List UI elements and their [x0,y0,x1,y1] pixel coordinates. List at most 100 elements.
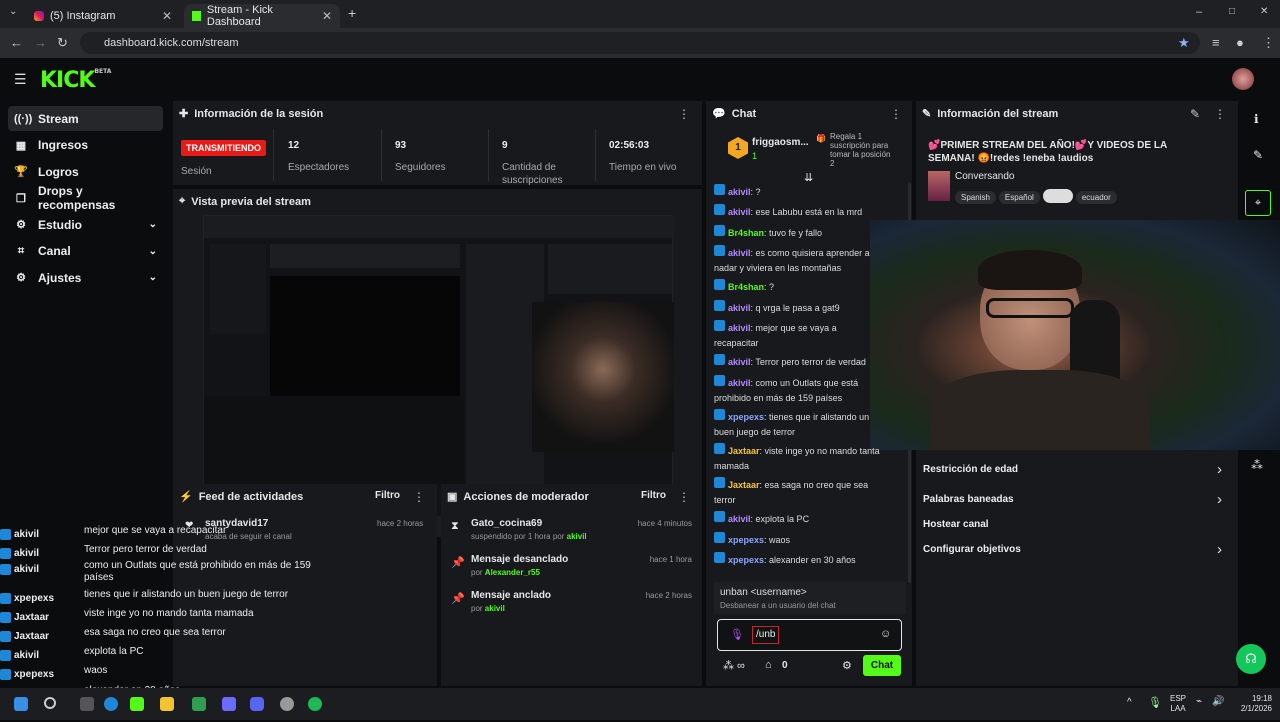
send-chat-button[interactable]: Chat [863,655,901,676]
chat-input-box[interactable]: 🎙 /unb ☺ [717,619,902,651]
tray-chevron-icon[interactable]: ^ [1127,697,1132,708]
chat-message[interactable]: Br4shan: tuvo fe y fallo [714,225,882,241]
address-bar[interactable]: dashboard.kick.com/stream [80,32,1200,54]
kebab-menu-icon[interactable]: ⋮ [678,107,690,121]
minimize-button[interactable]: – [1196,6,1202,18]
tag[interactable]: Spanish [955,191,996,204]
chevron-right-icon[interactable]: › [1217,541,1222,558]
spotify-icon[interactable] [308,697,322,711]
taskview-icon[interactable] [80,697,94,711]
kebab-menu-icon[interactable]: ⋮ [413,490,425,504]
sidebar-item-logros[interactable]: 🏆 Logros [8,159,163,184]
chat-username[interactable]: akivil [728,323,751,333]
discord-icon[interactable] [250,697,264,711]
media-icon[interactable]: ≡ [1212,35,1220,50]
pinned-user[interactable]: friggaosm... [752,137,809,148]
chat-username[interactable]: xpepexs [728,535,764,545]
edit-rail-icon[interactable]: ✎ [1253,148,1263,162]
chat-message[interactable]: xpepexs: waos [714,532,882,548]
edit-icon[interactable]: ✎ [1190,107,1200,121]
browser-menu-icon[interactable]: ⋮ [1262,35,1275,51]
hamburger-menu-icon[interactable]: ☰ [14,71,27,88]
chat-username[interactable]: xpepexs [728,555,764,565]
stream-info-menu-item[interactable]: Palabras baneadas [923,494,1014,505]
user-avatar[interactable] [1232,68,1254,90]
reload-icon[interactable]: ↻ [57,35,68,51]
chat-message[interactable]: Jaxtaar: viste inge yo no mando tanta ma… [714,443,882,474]
kebab-menu-icon[interactable]: ⋮ [678,490,690,504]
chat-username[interactable]: akivil [728,187,751,197]
chat-message[interactable]: akivil: ? [714,184,882,200]
chat-message[interactable]: akivil: ese Labubu está en la mrd [714,204,882,220]
stream-info-menu-item[interactable]: Restricción de edad [923,464,1018,475]
chat-message[interactable]: akivil: es como quisiera aprender a nada… [714,245,882,276]
chat-username[interactable]: akivil [728,248,751,258]
sidebar-item-ingresos[interactable]: ▦ Ingresos [8,133,163,158]
share-rail-icon[interactable]: ⁂ [1251,458,1263,472]
chevron-right-icon[interactable]: › [1217,491,1222,508]
microphone-icon[interactable]: 🎙 [730,628,744,641]
chat-message[interactable]: akivil: explota la PC [714,511,882,527]
chat-message[interactable]: xpepexs: alexander en 30 años [714,552,882,568]
chat-message[interactable]: akivil: como un Outlats que está prohibi… [714,375,882,406]
chat-username[interactable]: akivil [728,207,751,217]
chat-username[interactable]: Jaxtaar [728,446,760,456]
new-tab-button[interactable]: + [348,5,356,21]
chat-message[interactable]: akivil: mejor que se vaya a recapacitar [714,320,882,351]
chevron-down-icon[interactable]: ⌄ [149,272,157,283]
sidebar-item-stream[interactable]: ((·)) Stream [8,106,163,131]
chevron-right-icon[interactable]: › [1217,461,1222,478]
chat-message[interactable]: xpepexs: tienes que ir alistando un buen… [714,409,882,440]
tag[interactable]: Español [998,191,1040,204]
stream-info-menu-item[interactable]: Hostear canal [923,519,989,530]
clock[interactable]: 19:18 2/1/2026 [1232,694,1272,714]
chat-username[interactable]: xpepexs [728,412,764,422]
tag-image[interactable] [1042,188,1073,203]
chat-username[interactable]: akivil [728,303,751,313]
info-rail-icon[interactable]: ℹ [1254,112,1259,126]
chat-message[interactable]: akivil: Terror pero terror de verdad [714,354,882,370]
mic-tray-icon[interactable]: 🎙 [1148,696,1162,709]
scroll-down-icon[interactable]: ⇊ [804,171,813,184]
explorer-icon[interactable] [160,697,174,711]
moderator-name[interactable]: Alexander_r55 [485,568,540,577]
modactions-filter-button[interactable]: Filtro [641,490,666,501]
app-icon[interactable] [192,697,206,711]
infinity-icon[interactable]: ⁂ ∞ [723,659,745,672]
chat-username[interactable]: Jaxtaar [728,480,760,490]
tab-instagram[interactable]: (5) Instagram ✕ [26,4,180,28]
support-headset-icon[interactable]: ☊ [1236,644,1266,674]
close-tab-icon[interactable]: ✕ [162,9,172,23]
chat-username[interactable]: Br4shan [728,228,764,238]
moderator-name[interactable]: akivil [485,604,505,613]
start-icon[interactable] [14,697,28,711]
chat-username[interactable]: akivil [728,514,751,524]
edge-icon[interactable] [104,697,118,711]
emoji-icon[interactable]: ☺ [880,628,891,640]
maximize-button[interactable]: □ [1229,6,1235,17]
chat-message[interactable]: Jaxtaar: esa saga no creo que sea terror [714,477,882,508]
chat-username[interactable]: Br4shan [728,282,764,292]
preview-rail-icon[interactable]: ⌖ [1245,190,1271,216]
chevron-down-icon[interactable]: ⌄ [149,246,157,257]
kick-logo[interactable]: KICKBETA [40,68,111,93]
bookmark-star-icon[interactable]: ★ [1178,35,1190,51]
app-icon[interactable] [222,697,236,711]
forward-icon[interactable]: → [34,35,47,50]
close-tab-icon[interactable]: ✕ [322,9,332,23]
sidebar-item-ajustes[interactable]: ⚙ Ajustes ⌄ [8,265,163,290]
search-icon[interactable] [44,697,56,709]
chevron-down-icon[interactable]: ⌄ [149,219,157,230]
volume-icon[interactable]: 🔊 [1212,696,1224,707]
chat-username[interactable]: akivil [728,378,751,388]
kebab-menu-icon[interactable]: ⋮ [1214,107,1226,121]
back-icon[interactable]: ← [10,35,23,50]
tab-kick-dashboard[interactable]: Stream - Kick Dashboard ✕ [184,4,340,28]
chat-settings-icon[interactable]: ⚙ [842,659,852,672]
activity-filter-button[interactable]: Filtro [375,490,400,501]
network-icon[interactable]: ⌁ [1196,696,1202,707]
tab-search-button[interactable]: ⌄ [9,6,17,17]
chat-message[interactable]: Br4shan: ? [714,279,882,295]
chat-username[interactable]: akivil [728,357,751,367]
kick-icon[interactable] [130,697,144,711]
